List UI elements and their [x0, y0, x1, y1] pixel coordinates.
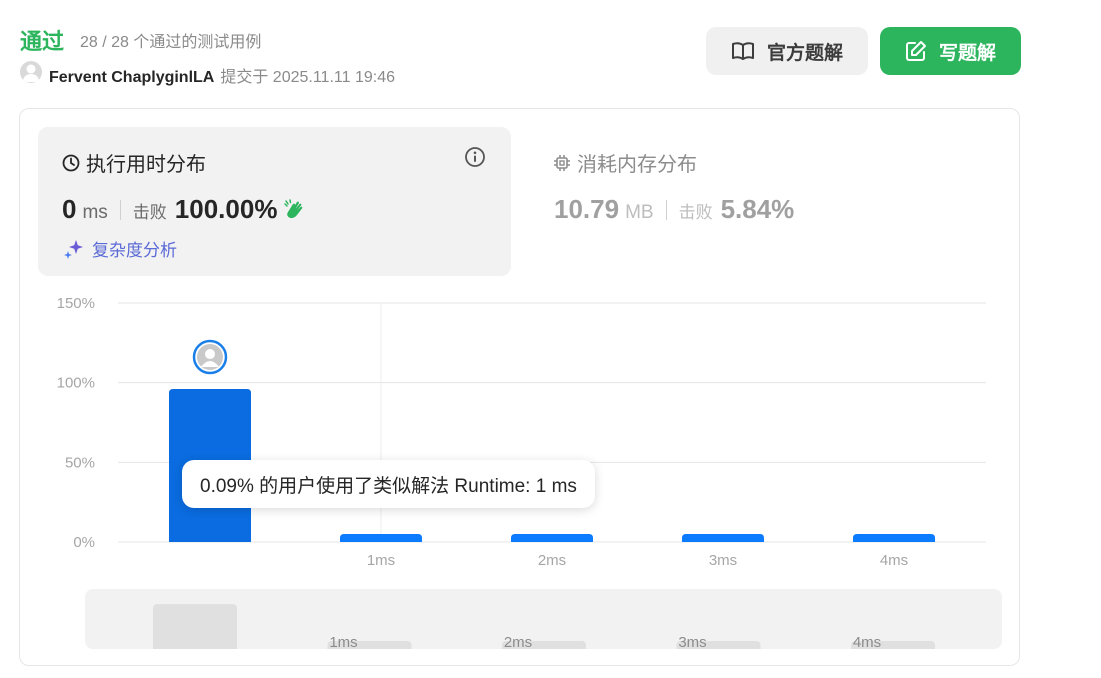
info-icon[interactable]	[464, 146, 486, 173]
testcase-summary: 28 / 28 个通过的测试用例	[80, 34, 262, 51]
runtime-distribution-chart[interactable]: 0% 50% 100% 150% 1ms 2ms 3ms 4ms	[38, 290, 998, 580]
write-solution-label: 写题解	[938, 42, 996, 64]
x-tick-label: 1ms	[367, 552, 395, 569]
official-solution-label: 官方题解	[766, 42, 843, 64]
chart-tooltip: 0.09% 的用户使用了类似解法 Runtime: 1 ms	[182, 460, 595, 508]
status-text: 通过	[20, 29, 65, 54]
y-tick-label: 100%	[57, 375, 95, 392]
book-icon	[731, 42, 754, 60]
overview-bar	[153, 604, 237, 649]
divider	[665, 199, 667, 220]
y-tick-label: 0%	[73, 534, 95, 551]
chart-bar[interactable]	[853, 534, 935, 542]
memory-metric: 10.79 MB 击败 5.84%	[554, 194, 794, 225]
memory-unit: MB	[625, 202, 654, 223]
official-solution-button[interactable]: 官方题解	[706, 27, 868, 75]
user-avatar-icon	[23, 64, 39, 82]
runtime-value: 0	[62, 194, 77, 224]
memory-beat-label: 击败	[678, 203, 713, 222]
chart-bar[interactable]	[682, 534, 764, 542]
x-tick-label: 3ms	[709, 552, 737, 569]
x-tick-label: 2ms	[538, 552, 566, 569]
author-name[interactable]: Fervent ChaplyginlLA	[49, 69, 214, 86]
write-solution-button[interactable]: 写题解	[880, 27, 1021, 75]
sparkle-icon	[64, 239, 83, 259]
runtime-beat-label: 击败	[132, 203, 167, 222]
overview-tick-label: 4ms	[853, 634, 881, 649]
divider	[119, 199, 121, 220]
overview-tick-label: 2ms	[504, 634, 532, 649]
complexity-analysis-label: 复杂度分析	[92, 241, 177, 260]
clock-icon	[62, 154, 80, 171]
chart-bar[interactable]	[511, 534, 593, 542]
runtime-metric: 0 ms 击败 100.00%	[62, 194, 307, 225]
x-tick-label: 4ms	[880, 552, 908, 569]
memory-title-label: 消耗内存分布	[577, 154, 697, 176]
chip-icon	[554, 154, 570, 171]
chart-overview[interactable]: 1ms 2ms 3ms 4ms	[85, 589, 1002, 649]
complexity-analysis-link[interactable]: 复杂度分析	[62, 236, 177, 261]
runtime-title: 执行用时分布	[62, 148, 206, 177]
runtime-unit: ms	[82, 202, 108, 223]
y-tick-label: 50%	[65, 454, 95, 471]
author-line: Fervent ChaplyginlLA 提交于 2025.11.11 19:46	[49, 63, 395, 87]
chart-bar[interactable]	[340, 534, 422, 542]
user-position-avatar[interactable]	[192, 339, 228, 375]
edit-icon	[905, 41, 926, 61]
runtime-title-label: 执行用时分布	[86, 154, 206, 176]
overview-tick-label: 1ms	[329, 634, 357, 649]
y-tick-label: 150%	[57, 295, 95, 312]
memory-title[interactable]: 消耗内存分布	[553, 148, 697, 177]
overview-tick-label: 3ms	[678, 634, 706, 649]
submitted-time: 提交于 2025.11.11 19:46	[220, 69, 395, 86]
clapping-hands-icon	[284, 198, 303, 218]
memory-beat-value: 5.84%	[720, 194, 795, 224]
runtime-beat-value: 100.00%	[174, 194, 278, 224]
avatar[interactable]	[20, 61, 42, 83]
memory-value: 10.79	[554, 194, 620, 224]
